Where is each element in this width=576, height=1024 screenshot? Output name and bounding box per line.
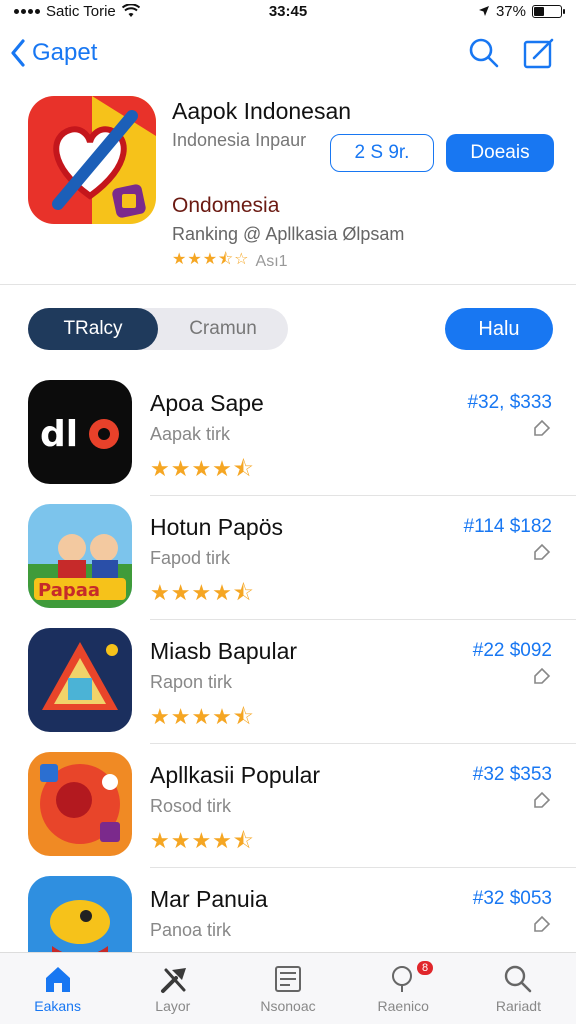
segment-cramun[interactable]: Cramun <box>158 308 288 350</box>
battery-icon <box>532 4 565 18</box>
notification-badge: 8 <box>417 961 434 975</box>
app-name: Apllkasii Popular <box>150 762 321 788</box>
app-name: Mar Panuia <box>150 886 268 912</box>
star-rating-icon: ★★★★⯪ <box>150 704 255 729</box>
featured-app-subtitle: Indonesia Inpaur <box>172 130 307 150</box>
signal-icon <box>14 8 40 14</box>
battery-percent: 37% <box>495 2 526 20</box>
price-button[interactable]: 2 S 9r. <box>330 134 434 172</box>
back-button[interactable]: Gapet <box>10 39 97 67</box>
featured-app-ranking: Ranking @ Apllkasia Ølpsam <box>172 224 405 244</box>
newspaper-icon <box>275 965 301 992</box>
help-button[interactable]: Halu <box>445 308 553 350</box>
share-icon[interactable] <box>532 542 552 562</box>
share-icon[interactable] <box>532 666 552 686</box>
app-icon <box>28 628 132 732</box>
battery-fill <box>534 6 544 16</box>
divider <box>0 284 576 285</box>
app-subtitle: Fapod tirk <box>150 548 231 568</box>
get-button[interactable]: Doeais <box>446 134 554 172</box>
status-bar: Satic Torie 33:45 37% <box>0 0 576 22</box>
tab-raenico[interactable]: 8 Raenico <box>346 953 461 1024</box>
share-icon[interactable] <box>532 914 552 934</box>
tab-home[interactable]: Eakans <box>0 953 115 1024</box>
star-rating-icon: ★★★★⯪ <box>150 456 255 481</box>
tab-label: Raenico <box>377 997 429 1014</box>
app-icon: Papaa <box>28 504 132 608</box>
app-price[interactable]: #32 $353 <box>473 764 552 786</box>
navigation-bar: Gapet <box>0 28 576 78</box>
app-icon: dl <box>28 380 132 484</box>
svg-text:dl: dl <box>40 414 78 455</box>
star-rating-icon: ★★★⯪☆ <box>172 251 250 268</box>
share-icon[interactable] <box>532 790 552 810</box>
segment-tracky[interactable]: TRalcy <box>28 308 158 350</box>
list-item[interactable]: Miasb Bapular Rapon tirk ★★★★⯪ #22 $092 <box>0 620 576 744</box>
tab-label: Eakans <box>34 997 81 1014</box>
tab-label: Layor <box>155 997 191 1014</box>
app-subtitle: Panoa tirk <box>150 920 232 940</box>
list-item[interactable]: Papaa Hotun Papös Fapod tirk ★★★★⯪ #114 … <box>0 496 576 620</box>
featured-app-title: Aapok Indonesan <box>172 98 352 124</box>
chevron-left-icon <box>11 39 25 67</box>
app-list: dl Apoa Sape Aapak tirk ★★★★⯪ #32, $333 … <box>0 372 576 992</box>
tools-icon <box>160 967 186 993</box>
app-price[interactable]: #114 $182 <box>464 516 552 538</box>
search-icon <box>505 965 532 992</box>
featured-app-rating: ★★★⯪☆ Ası1 <box>172 248 288 275</box>
star-rating-icon: ★★★★⯪ <box>150 580 255 605</box>
app-price[interactable]: #32, $333 <box>467 392 552 414</box>
back-label: Gapet <box>32 39 98 66</box>
app-price[interactable]: #22 $092 <box>473 640 552 662</box>
wifi-icon <box>121 4 140 17</box>
app-name: Hotun Papös <box>150 514 283 540</box>
app-subtitle: Aapak tirk <box>150 424 231 444</box>
carrier-name: Satic Torie <box>46 2 116 20</box>
location-icon <box>392 965 413 992</box>
tab-rariadt[interactable]: Rariadt <box>461 953 576 1024</box>
tab-bar: Eakans Layor Nsonoac 8 Raenico Rariadt <box>0 952 576 1024</box>
featured-app: Aapok Indonesan Indonesia Inpaur 2 S 9r.… <box>28 92 558 272</box>
app-subtitle: Rosod tirk <box>150 796 232 816</box>
share-icon[interactable] <box>532 418 552 438</box>
rating-count: Ası1 <box>255 252 288 270</box>
tab-nsonoac[interactable]: Nsonoac <box>230 953 345 1024</box>
app-name: Miasb Bapular <box>150 638 298 664</box>
segmented-control: TRalcy Cramun <box>28 308 288 350</box>
tab-layor[interactable]: Layor <box>115 953 230 1024</box>
star-rating-icon: ★★★★⯪ <box>150 828 255 853</box>
app-subtitle: Rapon tirk <box>150 672 233 692</box>
tab-label: Nsonoac <box>260 997 316 1014</box>
home-icon <box>45 966 70 992</box>
list-item[interactable]: dl Apoa Sape Aapak tirk ★★★★⯪ #32, $333 <box>0 372 576 496</box>
tab-label: Rariadt <box>495 997 541 1014</box>
compose-icon[interactable] <box>522 36 556 70</box>
svg-text:Papaa: Papaa <box>38 580 100 601</box>
featured-app-developer: Ondomesia <box>172 194 280 217</box>
featured-app-icon[interactable] <box>28 96 156 224</box>
app-icon <box>28 752 132 856</box>
app-price[interactable]: #32 $053 <box>473 888 552 910</box>
search-icon[interactable] <box>468 37 500 69</box>
app-name: Apoa Sape <box>150 390 264 416</box>
list-item[interactable]: Apllkasii Popular Rosod tirk ★★★★⯪ #32 $… <box>0 744 576 868</box>
location-arrow-icon <box>478 6 489 16</box>
